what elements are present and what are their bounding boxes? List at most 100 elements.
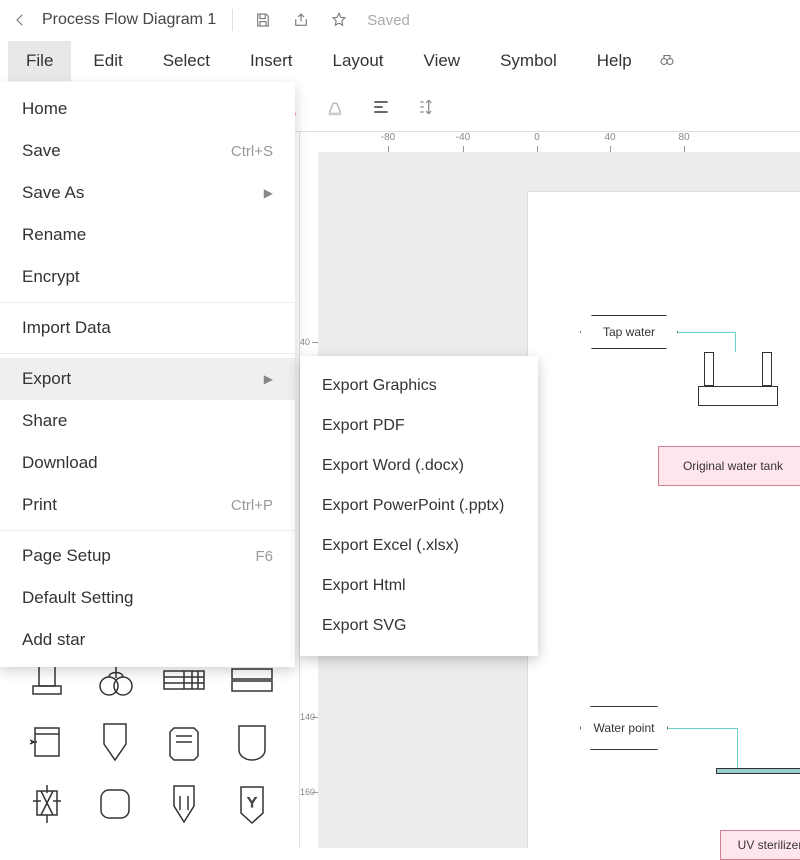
save-icon [254, 11, 272, 29]
ruler-label: 40 [300, 337, 310, 347]
shape-item[interactable]: Y [221, 776, 283, 832]
export-menu-item-export-graphics[interactable]: Export Graphics [300, 366, 538, 406]
node-uv-sterilizer[interactable]: UV sterilizer [720, 830, 800, 860]
export-menu-item-export-html[interactable]: Export Html [300, 566, 538, 606]
shape-item[interactable] [153, 714, 215, 770]
export-menu-item-export-excel-xlsx[interactable]: Export Excel (.xlsx) [300, 526, 538, 566]
shape-item[interactable] [84, 776, 146, 832]
file-menu-item-home[interactable]: Home [0, 88, 295, 130]
share-button[interactable] [287, 6, 315, 34]
file-menu-item-share[interactable]: Share [0, 400, 295, 442]
file-menu-item-import-data[interactable]: Import Data [0, 307, 295, 349]
star-button[interactable] [325, 6, 353, 34]
connector [737, 728, 738, 768]
file-menu-item-label: Page Setup [22, 546, 111, 566]
menu-file[interactable]: File [8, 41, 71, 81]
menu-separator [0, 302, 295, 303]
file-menu-item-export[interactable]: Export ▶ [0, 358, 295, 400]
connector [668, 728, 738, 729]
file-menu-item-add-star[interactable]: Add star [0, 619, 295, 661]
star-icon [330, 11, 348, 29]
export-submenu: Export GraphicsExport PDFExport Word (.d… [300, 356, 538, 656]
title-bar: Process Flow Diagram 1 Saved [0, 0, 800, 40]
file-menu-item-label: Home [22, 99, 67, 119]
align-icon [371, 97, 391, 117]
menu-view[interactable]: View [406, 41, 479, 81]
menu-insert[interactable]: Insert [232, 41, 311, 81]
chevron-right-icon: ▶ [264, 186, 273, 200]
node-label: Original water tank [683, 459, 783, 473]
menu-layout[interactable]: Layout [314, 41, 401, 81]
file-menu-item-download[interactable]: Download [0, 442, 295, 484]
share-icon [292, 11, 310, 29]
line-spacing-icon [417, 97, 437, 117]
export-menu-item-export-word-docx[interactable]: Export Word (.docx) [300, 446, 538, 486]
connector [735, 332, 736, 352]
export-menu-item-export-powerpoint-pptx[interactable]: Export PowerPoint (.pptx) [300, 486, 538, 526]
file-menu-item-label: Export [22, 369, 71, 389]
highlight-icon [324, 96, 346, 118]
ruler-label: 0 [534, 132, 540, 143]
file-menu-item-label: Default Setting [22, 588, 134, 608]
shape-item[interactable] [16, 776, 78, 832]
page: Tap water Original water tank Water poi [528, 192, 800, 848]
file-menu-item-label: Import Data [22, 318, 111, 338]
line-spacing-button[interactable] [405, 89, 449, 125]
node-label: Water point [594, 721, 655, 735]
node-tap-water[interactable]: Tap water [580, 315, 678, 349]
chevron-right-icon: ▶ [264, 372, 273, 386]
document-title: Process Flow Diagram 1 [42, 11, 216, 29]
svg-text:Y: Y [247, 794, 257, 810]
keyboard-shortcut: Ctrl+S [231, 143, 273, 160]
binoculars-icon [658, 51, 676, 69]
file-menu-item-label: Encrypt [22, 267, 80, 287]
menu-bar: File Edit Select Insert Layout View Symb… [0, 40, 800, 82]
find-button[interactable] [658, 51, 676, 72]
menu-symbol[interactable]: Symbol [482, 41, 575, 81]
export-menu-item-export-svg[interactable]: Export SVG [300, 606, 538, 646]
shape-item[interactable] [153, 776, 215, 832]
shape-item[interactable] [16, 714, 78, 770]
menu-help[interactable]: Help [579, 41, 650, 81]
file-menu-item-label: Add star [22, 630, 85, 650]
file-menu-item-label: Share [22, 411, 67, 431]
shape-item[interactable] [84, 714, 146, 770]
file-menu-item-label: Print [22, 495, 57, 515]
node-label: Tap water [603, 325, 655, 339]
keyboard-shortcut: Ctrl+P [231, 497, 273, 514]
file-menu-item-save[interactable]: Save Ctrl+S [0, 130, 295, 172]
file-menu-item-label: Download [22, 453, 98, 473]
saved-status: Saved [367, 12, 410, 29]
menu-edit[interactable]: Edit [75, 41, 140, 81]
align-button[interactable] [359, 89, 403, 125]
node-valve[interactable] [716, 768, 800, 774]
shape-grid: Y [0, 652, 299, 832]
node-water-point[interactable]: Water point [580, 706, 668, 750]
ruler-label: -40 [456, 132, 470, 143]
file-menu-item-label: Save [22, 141, 61, 161]
file-menu: Home Save Ctrl+S Save As▶ Rename Encrypt Impor… [0, 82, 295, 667]
file-menu-item-rename[interactable]: Rename [0, 214, 295, 256]
file-menu-item-save-as[interactable]: Save As▶ [0, 172, 295, 214]
ruler-label: 40 [604, 132, 615, 143]
file-menu-item-label: Rename [22, 225, 86, 245]
shape-item[interactable] [221, 714, 283, 770]
menu-select[interactable]: Select [145, 41, 228, 81]
divider [232, 9, 233, 31]
node-tank-shape[interactable] [698, 352, 788, 446]
node-original-tank[interactable]: Original water tank [658, 446, 800, 486]
file-menu-item-print[interactable]: Print Ctrl+P [0, 484, 295, 526]
save-button[interactable] [249, 6, 277, 34]
node-label: UV sterilizer [738, 838, 800, 852]
menu-separator [0, 353, 295, 354]
export-menu-item-export-pdf[interactable]: Export PDF [300, 406, 538, 446]
connector [678, 332, 736, 333]
back-button[interactable] [8, 8, 32, 32]
file-menu-item-encrypt[interactable]: Encrypt [0, 256, 295, 298]
file-menu-item-page-setup[interactable]: Page Setup F6 [0, 535, 295, 577]
menu-separator [0, 530, 295, 531]
keyboard-shortcut: F6 [255, 548, 273, 565]
highlight-button[interactable] [313, 89, 357, 125]
ruler-label: 80 [678, 132, 689, 143]
file-menu-item-default-setting[interactable]: Default Setting [0, 577, 295, 619]
